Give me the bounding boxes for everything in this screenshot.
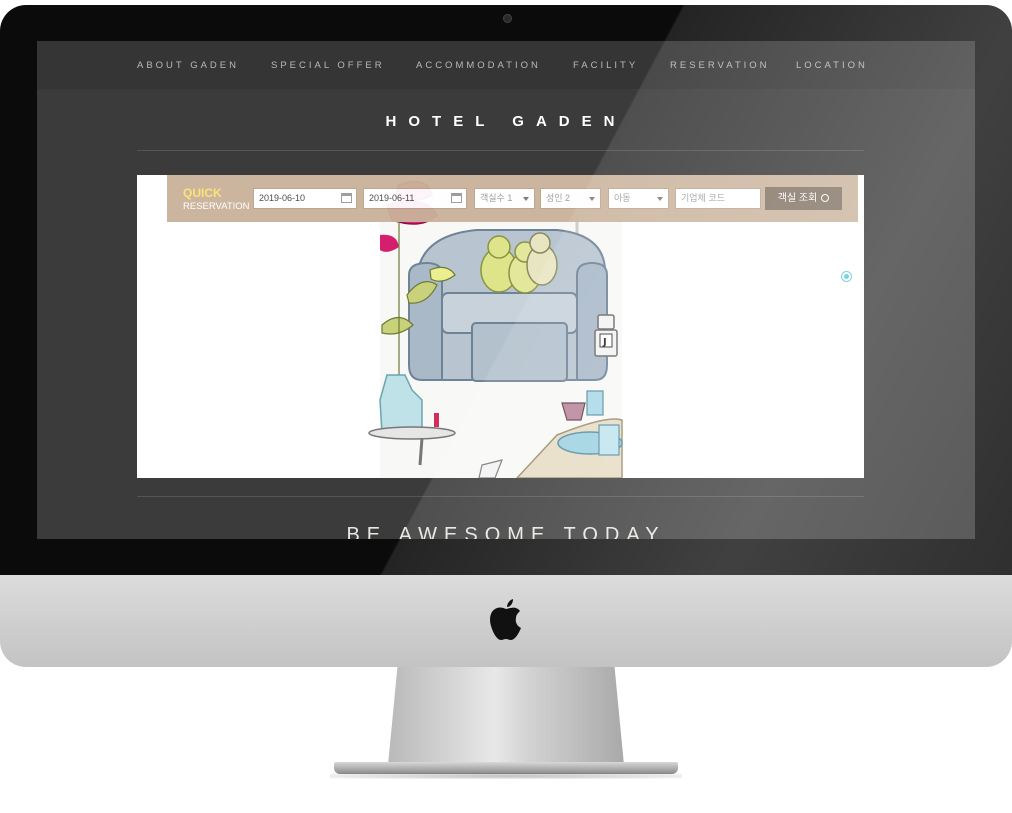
children-select[interactable]: 아동 xyxy=(608,188,669,209)
rooms-select-value: 객실수 1 xyxy=(480,193,513,203)
slider-bullet-icon[interactable] xyxy=(841,271,852,282)
checkout-date-value: 2019-06-11 xyxy=(369,193,415,203)
hero-slider: J QUICK RESERVATION 2019-06-10 2019-06-1… xyxy=(137,175,864,478)
adults-select[interactable]: 성인 2 xyxy=(540,188,601,209)
monitor-stand xyxy=(388,667,624,765)
search-icon xyxy=(821,194,830,202)
dropdown-caret-icon xyxy=(657,197,663,201)
camera-icon xyxy=(503,14,512,23)
top-navigation: ABOUT GADEN SPECIAL OFFER ACCOMMODATION … xyxy=(37,41,975,89)
tagline: BE AWESOME TODAY xyxy=(346,524,666,539)
nav-item-about[interactable]: ABOUT GADEN xyxy=(137,60,239,71)
calendar-icon[interactable] xyxy=(451,193,462,203)
adults-select-value: 성인 2 xyxy=(546,193,571,203)
nav-item-location[interactable]: LOCATION xyxy=(796,60,868,71)
room-search-button[interactable]: 객실 조회 xyxy=(765,187,842,210)
nav-item-special-offer[interactable]: SPECIAL OFFER xyxy=(271,60,385,71)
nav-item-accommodation[interactable]: ACCOMMODATION xyxy=(416,60,541,71)
dropdown-caret-icon xyxy=(589,197,595,201)
children-select-value: 아동 xyxy=(614,193,631,203)
calendar-icon[interactable] xyxy=(341,193,352,203)
checkin-date-value: 2019-06-10 xyxy=(259,193,306,203)
nav-item-facility[interactable]: FACILITY xyxy=(573,60,638,71)
website-screen: ABOUT GADEN SPECIAL OFFER ACCOMMODATION … xyxy=(37,41,975,539)
quick-reservation-subtitle: RESERVATION xyxy=(183,201,250,212)
corporate-code-input[interactable]: 기업체 코드 xyxy=(675,188,761,209)
quick-reservation-bar: QUICK RESERVATION 2019-06-10 2019-06-11 … xyxy=(167,175,858,222)
rooms-select[interactable]: 객실수 1 xyxy=(474,188,535,209)
stand-shadow xyxy=(330,773,682,779)
svg-text:J: J xyxy=(602,337,607,348)
corporate-code-placeholder: 기업체 코드 xyxy=(681,193,725,203)
room-search-label: 객실 조회 xyxy=(777,193,818,204)
divider xyxy=(137,150,864,151)
divider xyxy=(137,496,864,497)
nav-item-reservation[interactable]: RESERVATION xyxy=(670,60,770,71)
checkout-date-field[interactable]: 2019-06-11 xyxy=(363,188,467,209)
checkin-date-field[interactable]: 2019-06-10 xyxy=(253,188,357,209)
apple-logo-icon xyxy=(490,599,521,640)
hotel-logo[interactable]: HOTEL GADEN xyxy=(37,113,975,130)
dropdown-caret-icon xyxy=(523,197,529,201)
quick-reservation-title: QUICK xyxy=(183,186,222,200)
